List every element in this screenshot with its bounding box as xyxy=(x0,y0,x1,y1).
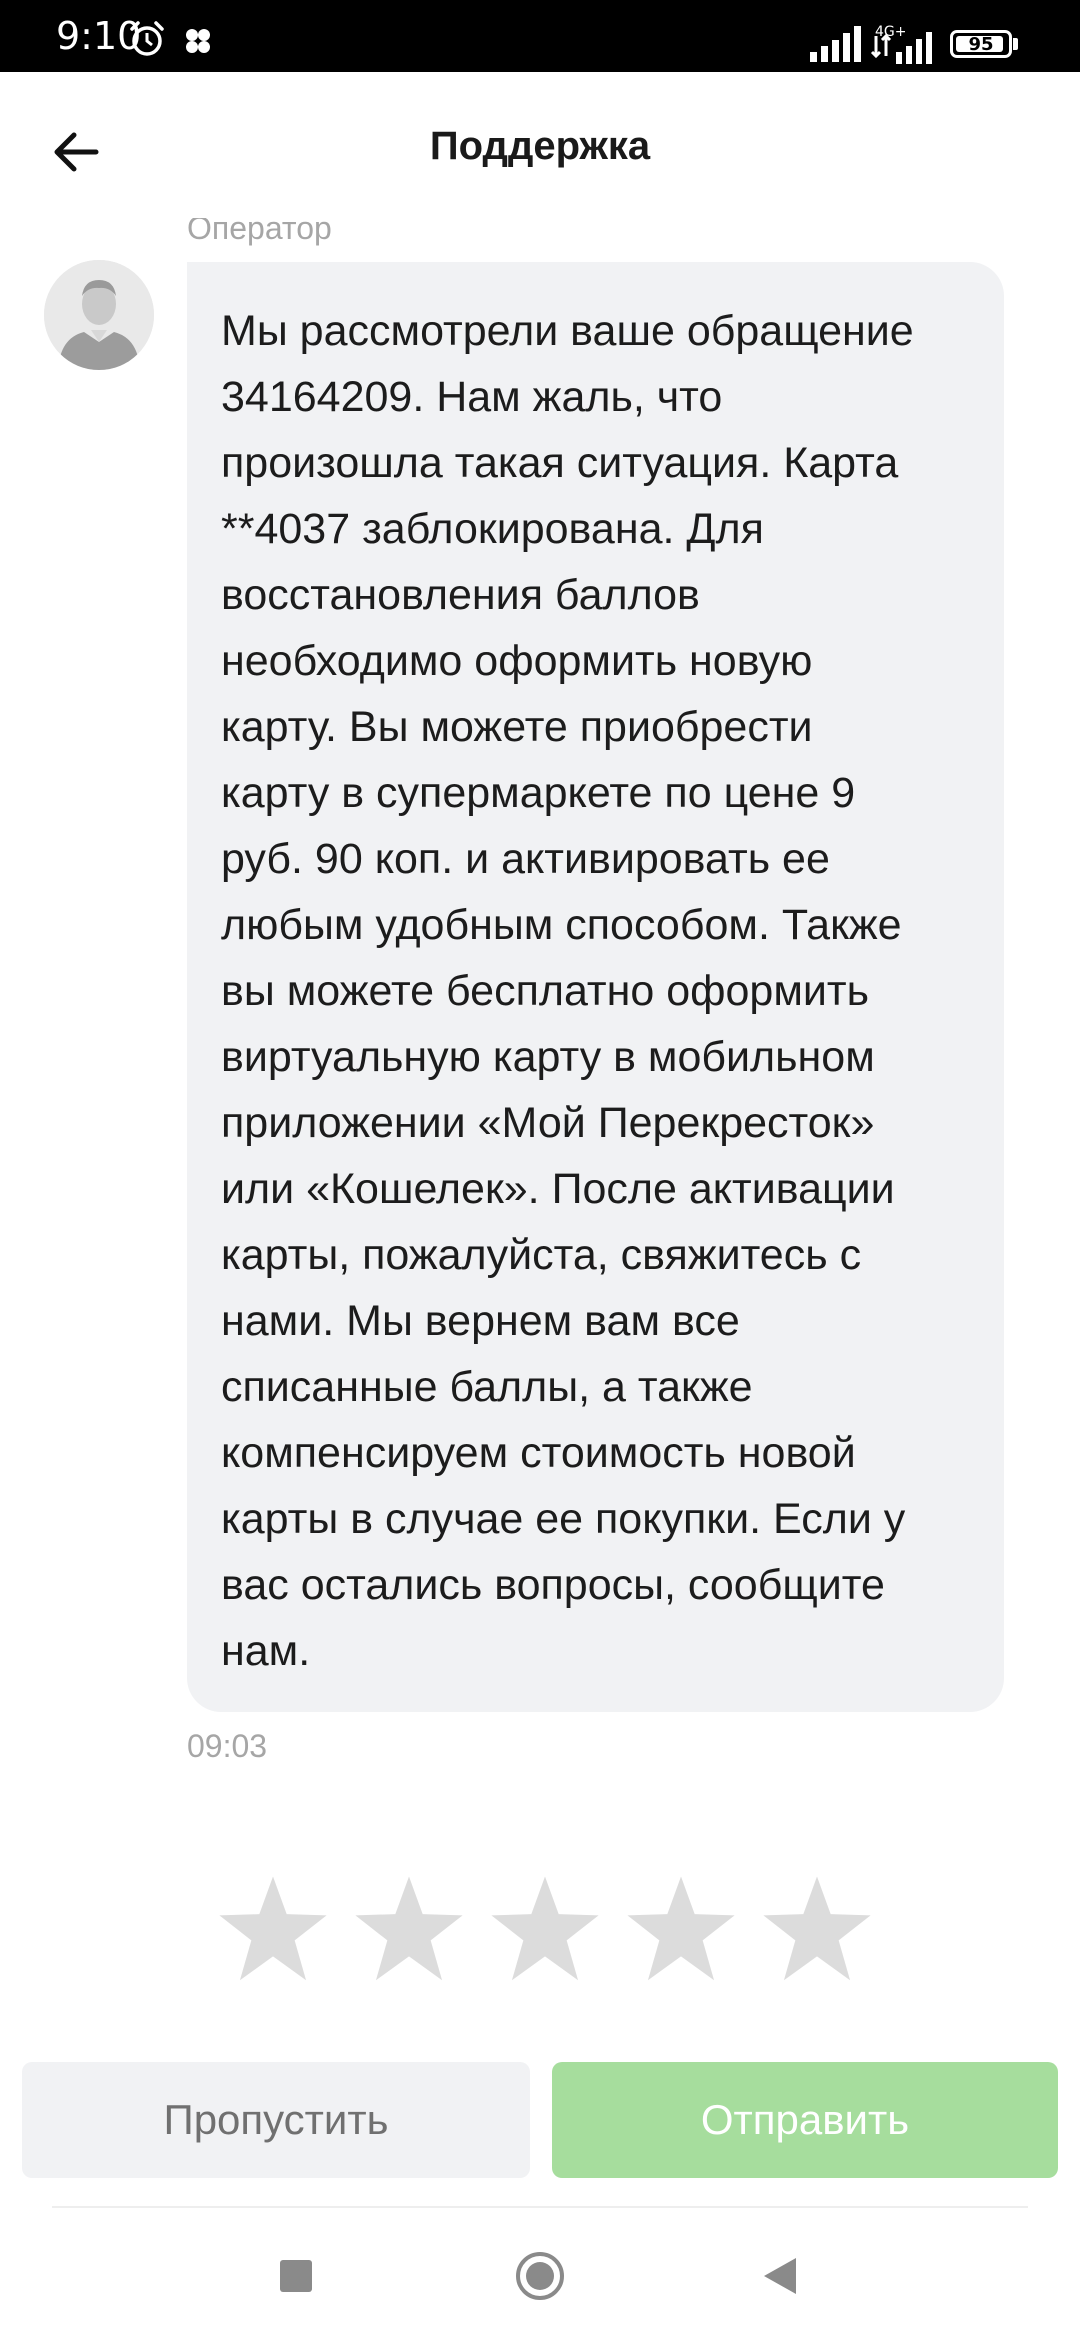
message-bubble: Мы рассмотрели ваше обращение 34164209. … xyxy=(187,262,1004,1712)
operator-avatar xyxy=(44,260,154,370)
star-icon[interactable] xyxy=(624,1872,738,1986)
support-chat-screen: 9:10 4G+ 95 Поддержка Оператор Мы рассмо… xyxy=(0,0,1080,2340)
alarm-icon xyxy=(130,21,164,56)
rating-stars xyxy=(216,1872,876,1992)
divider xyxy=(52,2206,1028,2208)
battery-level: 95 xyxy=(968,33,994,55)
skip-button[interactable]: Пропустить xyxy=(22,2062,530,2178)
recents-square-icon xyxy=(280,2260,312,2292)
battery-icon: 95 xyxy=(950,30,1012,58)
star-icon[interactable] xyxy=(216,1872,330,1986)
battery-tip xyxy=(1013,38,1018,50)
back-triangle-icon xyxy=(764,2258,796,2294)
chat-area[interactable]: Оператор Мы рассмотрели ваше обращение 3… xyxy=(0,218,1080,1818)
star-icon[interactable] xyxy=(352,1872,466,1986)
recents-button[interactable] xyxy=(264,2244,328,2308)
home-button[interactable] xyxy=(508,2244,572,2308)
page-title: Поддержка xyxy=(429,124,651,168)
clover-icon xyxy=(186,29,210,53)
signal-icon xyxy=(810,26,861,62)
system-nav-bar xyxy=(0,2210,1080,2340)
app-header: Поддержка xyxy=(0,72,1080,228)
system-back-button[interactable] xyxy=(748,2244,812,2308)
star-icon[interactable] xyxy=(488,1872,602,1986)
home-circle-icon xyxy=(516,2252,564,2300)
sender-name: Оператор xyxy=(187,218,332,246)
star-icon[interactable] xyxy=(760,1872,874,1986)
send-button[interactable]: Отправить xyxy=(552,2062,1058,2178)
message-text: Мы рассмотрели ваше обращение 34164209. … xyxy=(221,307,914,1675)
mobile-data-icon xyxy=(870,32,932,64)
user-avatar-icon xyxy=(44,260,154,370)
message-timestamp: 09:03 xyxy=(187,1728,268,1764)
status-bar: 9:10 4G+ 95 xyxy=(0,0,1080,72)
